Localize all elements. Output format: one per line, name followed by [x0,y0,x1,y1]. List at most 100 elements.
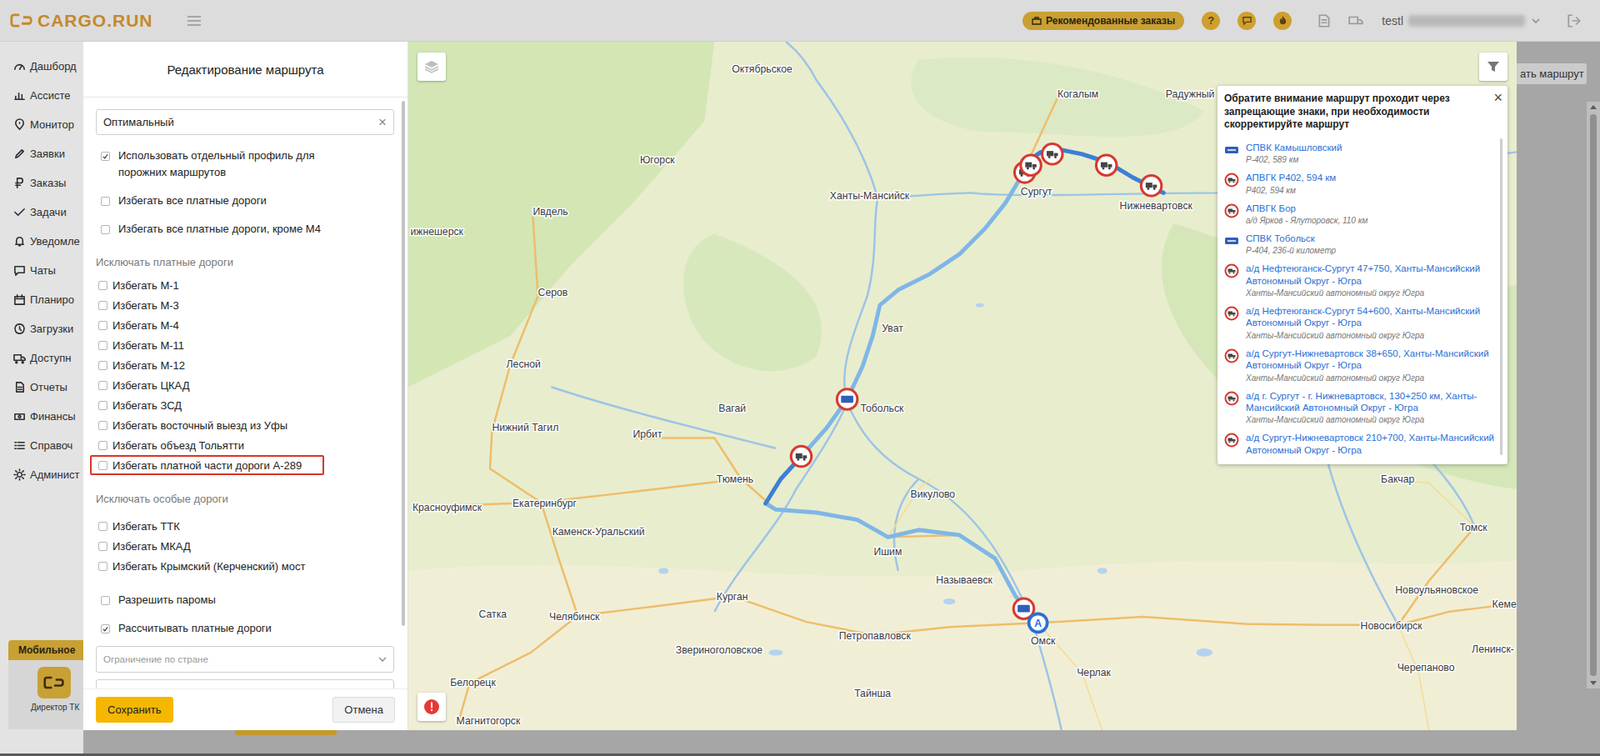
help-button[interactable]: ? [1201,11,1220,30]
checkbox[interactable] [98,521,108,531]
option-row[interactable]: Избегать М-4 [95,315,395,335]
restriction-marker[interactable] [790,445,811,467]
sidebar-item[interactable]: Финансы [0,401,84,431]
logo[interactable]: CARGO.RUN [10,10,154,31]
checkbox[interactable] [98,561,108,571]
restriction-marker[interactable] [1020,155,1041,176]
logout-icon[interactable] [1566,13,1582,29]
restrictions-popup: Обратите внимание маршрут проходит через… [1217,85,1508,465]
checkbox[interactable] [98,300,108,310]
sidebar-item[interactable]: Чаты [0,255,84,285]
checkbox[interactable] [98,420,108,430]
next-field[interactable] [95,679,395,689]
restriction-item[interactable]: а/д Сургут-Нижневартовск 210+700, Ханты-… [1224,428,1497,460]
checkbox[interactable] [98,360,108,370]
route-profile-select[interactable]: Оптимальный× [95,109,395,135]
sidebar-item[interactable]: Отчеты [0,372,84,402]
checkbox[interactable] [98,400,108,410]
sidebar-item[interactable]: Загрузки [0,314,84,344]
filter-button[interactable] [1479,52,1508,81]
cancel-button[interactable]: Отмена [332,696,395,723]
option-row[interactable]: Избегать все платные дороги [95,186,395,215]
option-row[interactable]: Избегать платной части дороги А-289 [90,455,325,475]
option-row[interactable]: Использовать отдельный профиль для порож… [95,141,395,187]
layers-button[interactable] [417,52,446,81]
route-line[interactable] [765,150,1165,623]
checkbox[interactable] [100,196,110,206]
restriction-marker[interactable] [1042,144,1063,165]
option-row[interactable]: Избегать объезд Тольятти [95,435,395,455]
option-row[interactable]: Избегать ЦКАД [95,375,395,395]
restriction-item[interactable]: СПВК КамышловскийР-402, 589 км [1224,138,1497,169]
restriction-marker[interactable] [836,389,857,410]
restriction-item[interactable]: а/д Нефтеюганск-Сургут 54+600, Ханты-Ман… [1224,301,1497,345]
sidebar-item[interactable]: Заявки [0,139,84,169]
option-row[interactable]: Избегать Крымский (Керченский) мост [95,555,395,576]
restriction-item[interactable]: а/д Сургут-Нижневартовск 38+650, Ханты-М… [1224,344,1497,387]
save-button[interactable]: Сохранить [95,696,174,723]
option-row[interactable]: Разрешить паромы [95,585,395,615]
checkbox[interactable] [100,595,110,605]
option-row[interactable]: Избегать М-3 [95,295,395,315]
restriction-marker[interactable] [1140,175,1161,197]
option-row[interactable]: Избегать ТТК [95,515,395,536]
document-icon[interactable] [1316,13,1332,29]
chevron-down-icon[interactable] [1531,18,1540,24]
checkbox[interactable] [100,225,110,235]
sidebar-item[interactable]: Дашборд [0,51,84,81]
page-scrollbar[interactable] [1586,101,1600,689]
close-button[interactable]: × [1493,90,1503,105]
option-row[interactable]: Избегать М-1 [95,275,395,295]
option-row[interactable]: Избегать все платные дороги, кроме М4 [95,215,395,244]
top-bar: CARGO.RUN Рекомендованные заказы? testl [0,0,1600,42]
checkbox[interactable] [98,320,108,330]
option-row[interactable]: Избегать восточный выезд из Уфы [95,415,395,435]
edit-icon [13,147,26,160]
checkbox[interactable] [98,541,108,551]
scrollbar[interactable] [401,100,405,689]
checkbox[interactable] [98,340,108,350]
restriction-item[interactable]: а/д г. Сургут - г. Нижневартовск, 130+25… [1224,386,1497,430]
country-select[interactable]: Ограничение по стране [95,645,395,673]
sidebar-item[interactable]: Уведомле [0,226,84,256]
checkbox[interactable] [98,440,108,450]
mobile-app-card[interactable]: МобильноеДиректор ТК [8,640,84,730]
checkbox[interactable] [98,460,108,470]
sidebar-item[interactable]: Задачи [0,197,84,227]
chat-icon [1241,15,1253,26]
option-row[interactable]: Избегать МКАД [95,535,395,556]
restriction-item[interactable]: СПВК ТобольскР-404, 236-й километр [1224,229,1497,260]
sidebar-item[interactable]: Доступн [0,343,84,373]
menu-icon[interactable] [186,15,202,27]
option-row[interactable]: Избегать ЗСД [95,395,395,415]
restriction-item[interactable]: АПВГК Р402, 594 кмР402, 594 км [1224,168,1497,199]
recommended-orders-button[interactable]: Рекомендованные заказы [1022,11,1185,30]
restriction-item[interactable]: а/д Нефтеюганск-Сургут 47+750, Ханты-Ман… [1224,259,1497,302]
checkbox[interactable] [98,280,108,290]
restriction-marker[interactable] [1095,155,1116,176]
option-row[interactable]: Избегать М-11 [95,335,395,355]
checkbox[interactable] [100,624,110,634]
truck-icon[interactable] [1348,13,1364,29]
sidebar-item[interactable]: Админист [0,460,84,490]
checkbox[interactable] [100,151,110,161]
option-row[interactable]: Избегать М-12 [95,355,395,375]
weigh-station-icon [1224,142,1240,158]
route-start-marker[interactable]: A [1029,613,1048,632]
chat-button[interactable] [1237,11,1256,30]
sidebar-item[interactable]: Планиро [0,285,84,315]
user-name[interactable]: testl [1381,14,1404,28]
city-label: Нижний Тагил [491,421,559,434]
sidebar-item[interactable]: Заказы [0,168,84,198]
edit-route-button[interactable]: ать маршрут [1516,63,1587,85]
option-row[interactable]: Рассчитывать платные дороги [95,614,395,643]
sidebar-item[interactable]: Справоч [0,430,84,460]
sidebar-item[interactable]: Монитор [0,110,84,140]
restriction-item[interactable]: АПВГК Бора/д Ярков - Ялуторовск, 110 км [1224,199,1497,230]
checkbox[interactable] [98,380,108,390]
clear-button[interactable]: × [378,115,387,130]
map[interactable]: AОктябрьскоеКогалымРадужныйЮгорскХанты-М… [408,41,1517,730]
fire-button[interactable] [1273,11,1292,30]
sidebar-item[interactable]: Ассисте [0,80,84,110]
warnings-button[interactable] [417,692,446,721]
